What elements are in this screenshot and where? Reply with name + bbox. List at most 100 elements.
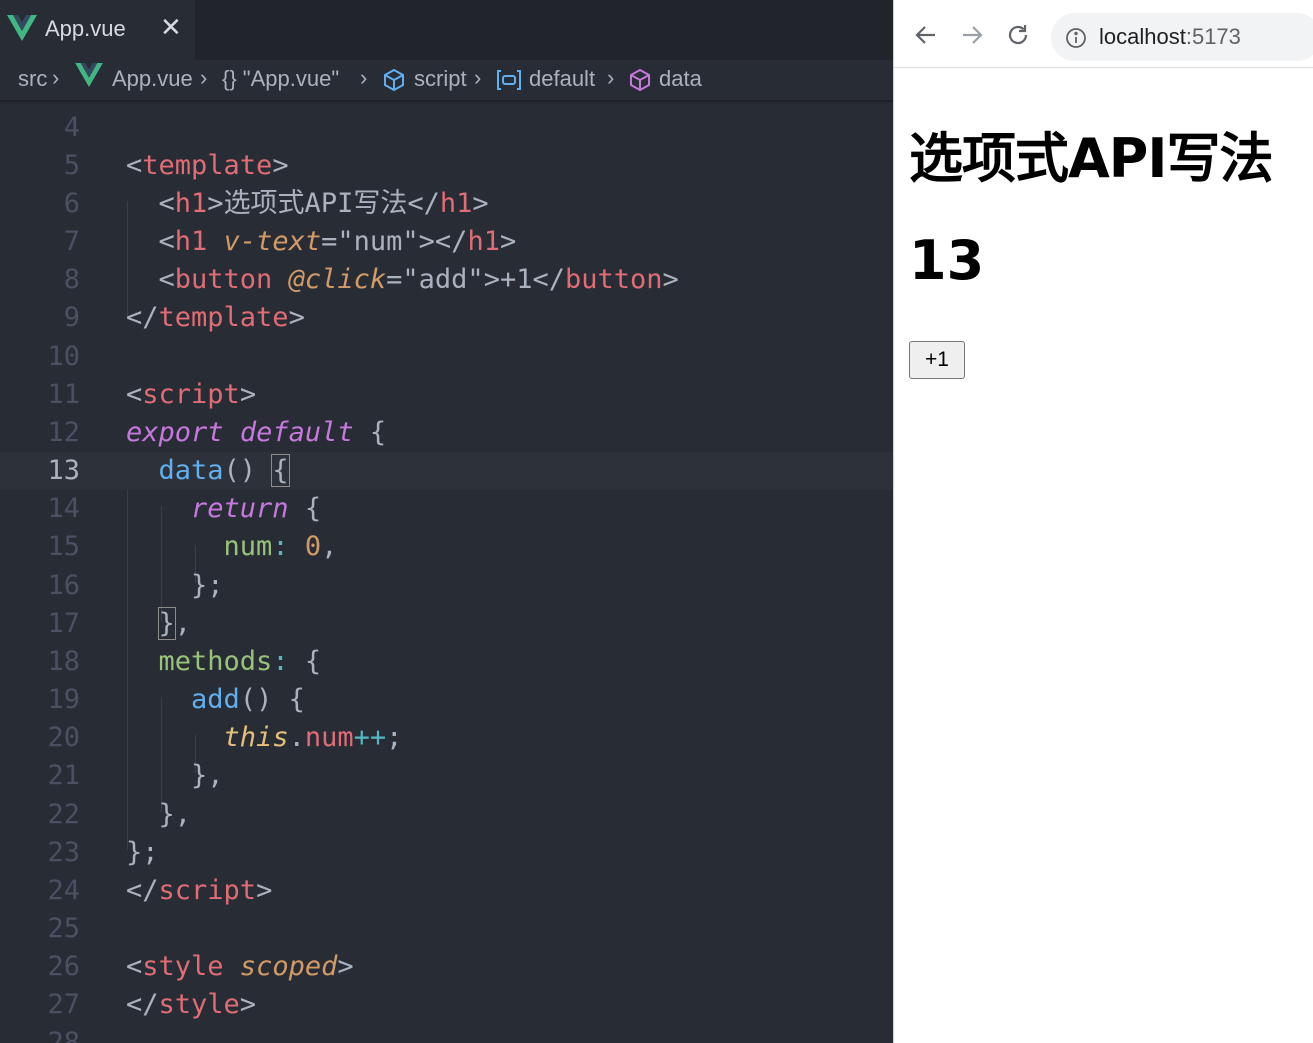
- code-line: 19 add() {: [0, 681, 893, 719]
- code-line: 4: [0, 109, 893, 147]
- code-text: return {: [191, 493, 322, 524]
- line-number: 12: [47, 417, 80, 448]
- code-line: 15 num: 0,: [0, 528, 893, 566]
- code-text: methods: {: [158, 646, 322, 677]
- browser-toolbar: localhost:5173: [894, 0, 1313, 68]
- line-number: 15: [47, 531, 80, 562]
- code-area[interactable]: 4 5 <template> 6 <h1>选项式API写法</h1> 7 <h1 …: [0, 90, 893, 1043]
- code-line: 12 export default {: [0, 414, 893, 452]
- code-text: },: [158, 799, 192, 830]
- line-number: 22: [47, 799, 80, 830]
- code-line: 24 </script>: [0, 872, 893, 910]
- code-text: num: 0,: [223, 531, 338, 562]
- vue-logo-icon: [75, 63, 103, 93]
- code-text: },: [157, 607, 192, 640]
- code-line: 25: [0, 910, 893, 948]
- address-bar[interactable]: localhost:5173: [1051, 13, 1313, 61]
- line-number: 8: [63, 264, 80, 295]
- code-line: 11 <script>: [0, 376, 893, 414]
- code-line: 14 return {: [0, 490, 893, 528]
- code-line: 18 methods: {: [0, 643, 893, 681]
- code-text: };: [126, 837, 159, 868]
- code-text: <h1 v-text="num"></h1>: [158, 226, 517, 257]
- code-text: add() {: [191, 684, 305, 715]
- code-line: 27 </style>: [0, 986, 893, 1024]
- code-line: 9 </template>: [0, 299, 893, 337]
- h1-text-literal: 选项式API写法: [223, 188, 408, 219]
- attr-value: "num": [337, 226, 419, 257]
- chevron-right-icon: ›: [607, 65, 615, 90]
- forward-arrow-icon[interactable]: [959, 22, 987, 50]
- code-text: };: [191, 570, 224, 601]
- browser-window: localhost:5173 选项式API写法 13 +1: [893, 0, 1313, 1043]
- line-number: 20: [47, 722, 80, 753]
- line-number: 24: [47, 875, 80, 906]
- code-editor: App.vue ✕ src › App.vue › {} "App.vue" ›…: [0, 0, 893, 1043]
- code-line: 22 },: [0, 796, 893, 834]
- breadcrumb-item-module[interactable]: {} "App.vue": [222, 66, 339, 92]
- code-line: 26 <style scoped>: [0, 948, 893, 986]
- button-text-literal: +1: [499, 264, 533, 295]
- code-text: <script>: [126, 379, 257, 410]
- tab-app-vue[interactable]: App.vue ✕: [0, 0, 195, 60]
- prop-key: num: [223, 531, 273, 562]
- code-line: 20 this.num++;: [0, 719, 893, 757]
- breadcrumb-item-app-vue[interactable]: App.vue: [112, 66, 193, 92]
- chevron-right-icon: ›: [474, 65, 482, 90]
- chevron-right-icon: ›: [52, 65, 60, 90]
- line-number: 7: [63, 226, 80, 257]
- code-line: 7 <h1 v-text="num"></h1>: [0, 223, 893, 261]
- breadcrumb-item-script[interactable]: script: [414, 66, 467, 92]
- increment-button[interactable]: +1: [909, 341, 965, 379]
- url-port: :5173: [1185, 24, 1241, 49]
- line-number: 17: [47, 608, 80, 639]
- code-text: </template>: [126, 302, 305, 333]
- code-line: 16 };: [0, 567, 893, 605]
- code-text: </script>: [126, 875, 273, 906]
- code-line: 5 <template>: [0, 147, 893, 185]
- line-number: 14: [47, 493, 80, 524]
- line-number: 27: [47, 989, 80, 1020]
- back-arrow-icon[interactable]: [913, 22, 941, 50]
- code-text: data() {: [158, 454, 290, 487]
- breadcrumb-item-default[interactable]: default: [529, 66, 595, 92]
- num-display: 13: [909, 229, 985, 292]
- code-text: this.num++;: [223, 722, 403, 753]
- prop-value: 0: [304, 531, 322, 562]
- code-line: 23};: [0, 834, 893, 872]
- attr-value: "add": [402, 264, 484, 295]
- line-number: 11: [47, 379, 80, 410]
- code-line: 10: [0, 338, 893, 376]
- line-number: 23: [47, 837, 80, 868]
- line-number: 16: [47, 570, 80, 601]
- line-number: 5: [63, 150, 80, 181]
- site-info-icon[interactable]: [1065, 27, 1087, 53]
- url-text: localhost:5173: [1099, 24, 1241, 50]
- code-line: 28: [0, 1024, 893, 1043]
- breadcrumb-item-data[interactable]: data: [659, 66, 702, 92]
- line-number: 9: [63, 302, 80, 333]
- breadcrumb-item-src[interactable]: src: [18, 66, 47, 92]
- code-text: <template>: [126, 150, 289, 181]
- reload-icon[interactable]: [1005, 22, 1033, 50]
- tab-label: App.vue: [45, 16, 126, 41]
- page-viewport: 选项式API写法 13 +1: [894, 69, 1313, 1043]
- url-host: localhost: [1099, 24, 1186, 49]
- code-text: <h1>选项式API写法</h1>: [158, 188, 489, 219]
- code-text: <button @click="add">+1</button>: [158, 264, 679, 295]
- line-number: 28: [47, 1027, 80, 1043]
- line-number: 26: [47, 951, 80, 982]
- chevron-right-icon: ›: [360, 65, 368, 90]
- close-icon[interactable]: ✕: [160, 13, 182, 43]
- code-line: 8 <button @click="add">+1</button>: [0, 261, 893, 299]
- line-number: 6: [63, 188, 80, 219]
- vue-logo-icon: [7, 15, 37, 45]
- line-number: 18: [47, 646, 80, 677]
- line-number: 4: [63, 112, 80, 143]
- chevron-right-icon: ›: [200, 65, 208, 90]
- code-text: },: [191, 760, 224, 791]
- code-text: <style scoped>: [126, 951, 354, 982]
- line-number: 19: [47, 684, 80, 715]
- line-number: 25: [47, 913, 80, 944]
- code-line: 21 },: [0, 757, 893, 795]
